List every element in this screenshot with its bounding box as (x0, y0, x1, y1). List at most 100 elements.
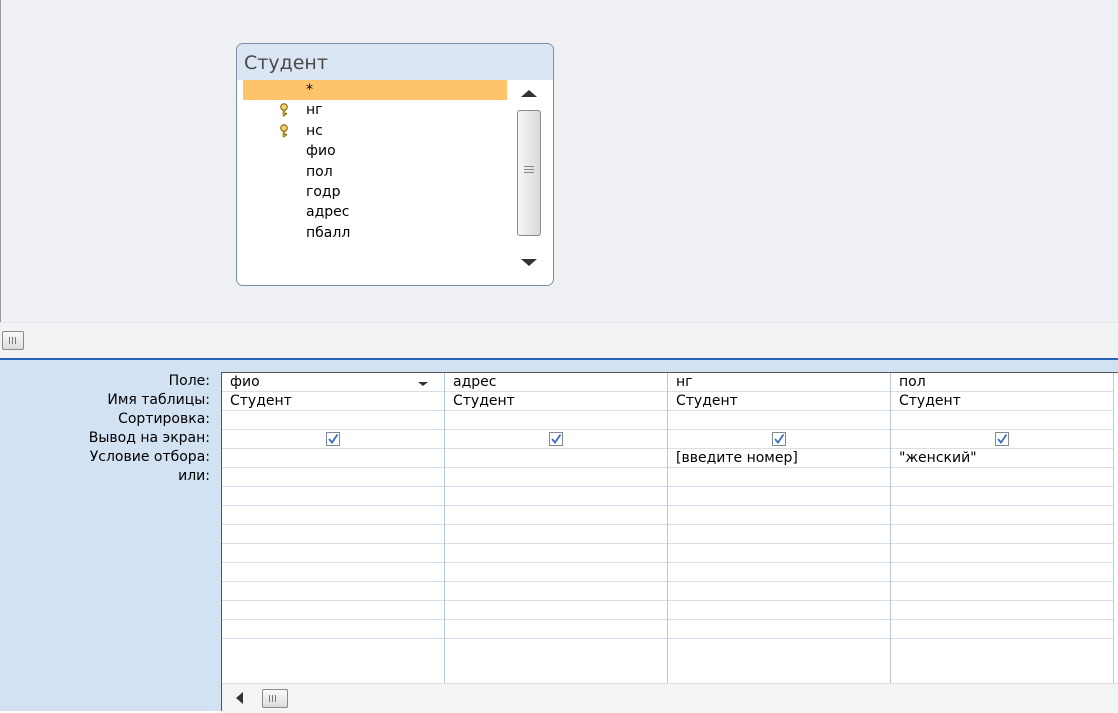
field-list-item[interactable]: пбалл (243, 223, 507, 243)
field-list-item[interactable]: адрес (243, 202, 507, 222)
show-cell[interactable] (891, 430, 1113, 449)
field-cell[interactable]: адрес (445, 373, 667, 392)
primary-key-icon (279, 123, 289, 138)
grid-column[interactable]: нг Студент [введите номер] (668, 373, 891, 683)
criteria-cell[interactable] (222, 449, 444, 468)
empty-cell[interactable] (445, 620, 667, 639)
or-cell[interactable] (668, 468, 890, 487)
empty-cell[interactable] (222, 544, 444, 563)
empty-cell[interactable] (445, 487, 667, 506)
empty-cell[interactable] (668, 525, 890, 544)
or-cell[interactable] (891, 468, 1113, 487)
empty-cell[interactable] (668, 582, 890, 601)
empty-cell[interactable] (668, 544, 890, 563)
table-cell-text: Студент (453, 393, 515, 409)
empty-cell[interactable] (222, 582, 444, 601)
empty-cell[interactable] (222, 525, 444, 544)
field-list-item[interactable]: нс (243, 121, 507, 141)
pane-splitter[interactable] (0, 322, 1118, 359)
empty-cell[interactable] (668, 563, 890, 582)
criteria-cell[interactable]: [введите номер] (668, 449, 890, 468)
or-cell[interactable] (445, 468, 667, 487)
show-checkbox[interactable] (995, 432, 1009, 446)
scroll-thumb[interactable] (517, 110, 541, 236)
table-cell[interactable]: Студент (891, 392, 1113, 411)
empty-cell[interactable] (668, 620, 890, 639)
show-cell[interactable] (668, 430, 890, 449)
empty-cell[interactable] (222, 601, 444, 620)
sort-cell[interactable] (668, 411, 890, 430)
criteria-cell[interactable]: "женский" (891, 449, 1113, 468)
sort-cell[interactable] (891, 411, 1113, 430)
field-cell-text: пол (899, 374, 926, 390)
empty-cell[interactable] (222, 620, 444, 639)
table-pane: Студент * нг нс фио пол годр адрес пбалл (0, 0, 1118, 322)
sort-cell[interactable] (222, 411, 444, 430)
empty-cell[interactable] (891, 582, 1113, 601)
field-list-item-label: пол (306, 163, 333, 180)
empty-cell[interactable] (668, 601, 890, 620)
field-list-item[interactable]: пол (243, 162, 507, 182)
show-checkbox[interactable] (772, 432, 786, 446)
empty-cell[interactable] (891, 506, 1113, 525)
field-cell[interactable]: нг (668, 373, 890, 392)
empty-cell[interactable] (668, 506, 890, 525)
sort-cell[interactable] (445, 411, 667, 430)
empty-cell[interactable] (891, 563, 1113, 582)
field-cell[interactable]: фио (222, 373, 444, 392)
empty-cell[interactable] (445, 525, 667, 544)
row-labels: Поле: Имя таблицы: Сортировка: Вывод на экр… (0, 372, 219, 486)
empty-cell[interactable] (891, 487, 1113, 506)
empty-cell[interactable] (891, 525, 1113, 544)
field-list-scrollbar[interactable] (513, 84, 545, 270)
empty-cell[interactable] (445, 601, 667, 620)
grid-column[interactable]: фио Студент (222, 373, 445, 683)
field-list-item[interactable]: годр (243, 182, 507, 202)
field-cell-text: фио (230, 374, 260, 390)
empty-cell[interactable] (891, 620, 1113, 639)
empty-cell[interactable] (445, 544, 667, 563)
grid-column[interactable]: пол Студент "женский" (891, 373, 1114, 683)
query-design-grid: фио Студент адрес Студент нг Студент [введите … (221, 372, 1118, 713)
grid-scroll-thumb[interactable] (262, 689, 288, 708)
dropdown-arrow-icon[interactable] (418, 382, 428, 386)
field-cell[interactable]: пол (891, 373, 1113, 392)
row-label: Условие отбора: (89, 449, 210, 465)
empty-cell[interactable] (891, 601, 1113, 620)
show-cell[interactable] (222, 430, 444, 449)
show-cell[interactable] (445, 430, 667, 449)
field-list-item[interactable]: * (243, 80, 507, 101)
or-cell[interactable] (222, 468, 444, 487)
empty-cell[interactable] (445, 582, 667, 601)
field-list-item-label: адрес (306, 204, 350, 221)
scroll-up-icon[interactable] (521, 90, 537, 97)
empty-cell[interactable] (222, 487, 444, 506)
table-cell[interactable]: Студент (222, 392, 444, 411)
grid-column[interactable]: адрес Студент (445, 373, 668, 683)
field-list-item[interactable]: нг (243, 100, 507, 120)
primary-key-icon (279, 103, 289, 117)
field-cell-text: адрес (453, 374, 497, 390)
criteria-cell[interactable] (445, 449, 667, 468)
show-checkbox[interactable] (549, 432, 563, 446)
empty-cell[interactable] (445, 563, 667, 582)
field-list-title[interactable]: Студент (237, 44, 553, 80)
empty-cell[interactable] (891, 544, 1113, 563)
show-checkbox[interactable] (326, 432, 340, 446)
grid-horizontal-scrollbar[interactable] (222, 683, 1118, 713)
table-cell-text: Студент (676, 393, 738, 409)
top-pane-scroll-thumb[interactable] (2, 331, 24, 350)
empty-cell[interactable] (668, 487, 890, 506)
table-field-list[interactable]: Студент * нг нс фио пол годр адрес пбалл (236, 43, 554, 286)
field-list-item[interactable]: фио (243, 141, 507, 161)
row-label: Вывод на экран: (88, 430, 210, 446)
table-cell[interactable]: Студент (445, 392, 667, 411)
scroll-left-icon[interactable] (236, 692, 243, 704)
empty-cell[interactable] (222, 506, 444, 525)
empty-cell[interactable] (445, 506, 667, 525)
table-cell-text: Студент (899, 393, 961, 409)
scroll-down-icon[interactable] (521, 259, 537, 266)
criteria-cell-text: [введите номер] (676, 450, 798, 466)
empty-cell[interactable] (222, 563, 444, 582)
table-cell[interactable]: Студент (668, 392, 890, 411)
